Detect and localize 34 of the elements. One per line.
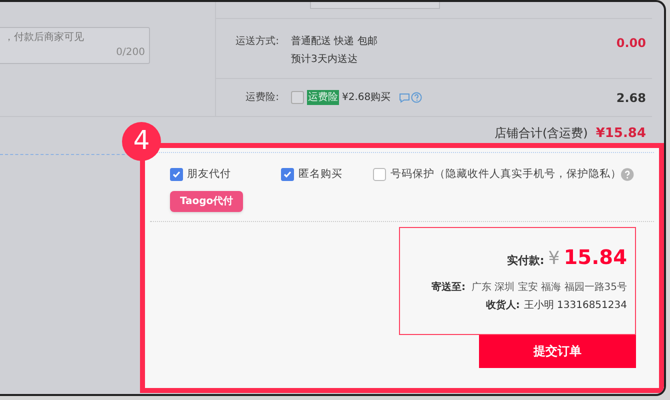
option-label: 号码保护（隐藏收件人真实手机号，保护隐私） xyxy=(390,167,622,182)
checkbox[interactable] xyxy=(373,168,386,182)
delivery-estimate: 预计3天内送达 xyxy=(291,52,358,67)
character-counter: 0/200 xyxy=(116,46,145,60)
insurance-tag: 运费险 xyxy=(307,90,339,105)
shipping-amount: 0.00 xyxy=(616,35,647,52)
insurance-checkbox[interactable] xyxy=(291,91,304,104)
receiver-label: 收货人: xyxy=(486,298,520,313)
receiver-info: 王小明 13316851234 xyxy=(524,298,627,313)
option-label: 朋友代付 xyxy=(187,167,231,182)
currency-symbol: ¥ xyxy=(548,246,560,271)
checkbox[interactable] xyxy=(281,168,294,182)
insurance-label: 运费险: xyxy=(244,90,280,105)
store-total-amount: ¥15.84 xyxy=(596,125,646,143)
help-icon[interactable] xyxy=(410,92,422,103)
shipping-label: 运送方式: xyxy=(234,34,280,49)
help-icon[interactable] xyxy=(621,168,634,182)
store-total-label: 店铺合计(含运费) xyxy=(494,125,588,142)
checkbox[interactable] xyxy=(170,168,183,182)
amount-label: 实付款: xyxy=(506,252,544,269)
shipping-address: 广东 深圳 宝安 福海 福园一路35号 xyxy=(472,280,627,295)
payment-amount: 15.84 xyxy=(564,244,627,271)
message-field[interactable]: ，付款后商家可见 0/200 xyxy=(0,27,150,64)
submit-order-button[interactable]: 提交订单 xyxy=(479,334,636,368)
shipping-methods: 普通配送 快递 包邮 xyxy=(291,34,378,49)
step-badge: 4 xyxy=(122,122,161,161)
tooltip: Taogo代付 xyxy=(170,190,244,212)
insurance-price: ¥2.68购买 xyxy=(342,91,391,105)
placeholder-text: ，付款后商家可见 xyxy=(4,30,85,45)
chat-icon[interactable] xyxy=(398,92,410,102)
insurance-amount: 2.68 xyxy=(616,90,647,106)
option-label: 匿名购买 xyxy=(298,167,342,182)
input-field[interactable] xyxy=(310,2,440,9)
address-label: 寄送至: xyxy=(432,280,466,295)
